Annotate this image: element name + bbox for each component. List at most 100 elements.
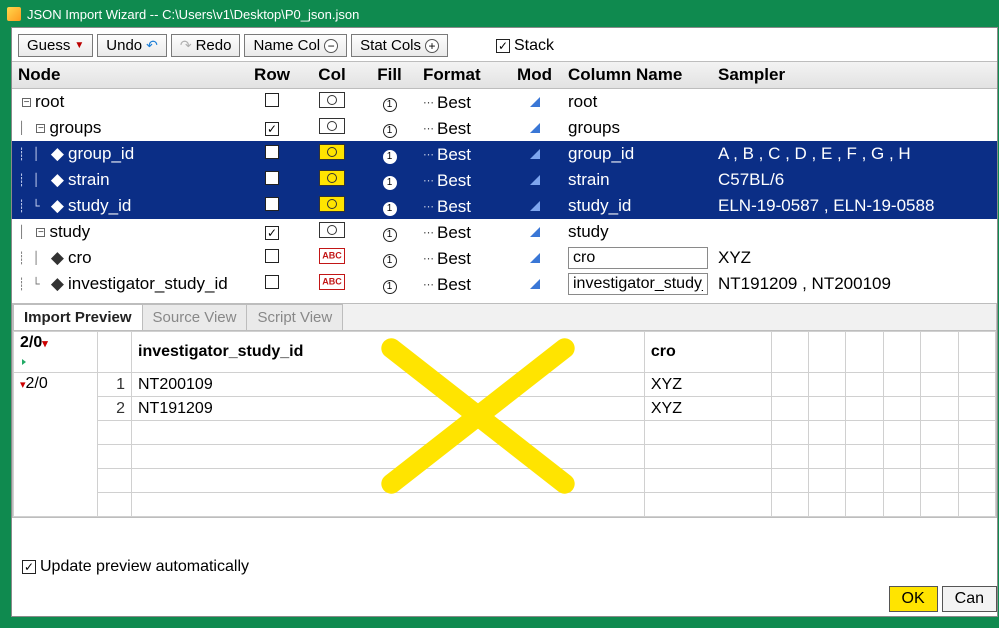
undo-button[interactable]: Undo ↶ (97, 34, 167, 57)
row-number[interactable]: 2 (98, 397, 132, 421)
column-name-input[interactable] (568, 247, 708, 269)
cell[interactable]: NT191209 (132, 397, 645, 421)
row-checkbox[interactable] (265, 249, 279, 263)
fill-icon[interactable]: 1 (383, 228, 397, 242)
format-dropdown[interactable]: ⋯ Best (423, 93, 471, 113)
mod-icon[interactable] (530, 123, 540, 133)
ellipsis-icon: ⋯ (423, 96, 434, 109)
tree-row[interactable]: ┊ └ ◆ study_id1⋯ Beststudy_idELN-19-0587… (12, 193, 997, 219)
format-dropdown[interactable]: ⋯ Best (423, 119, 471, 139)
row-checkbox[interactable] (265, 145, 279, 159)
tab-import-preview[interactable]: Import Preview (13, 304, 143, 330)
tree-grid[interactable]: Node Row Col Fill Format Mod Column Name… (12, 61, 997, 297)
col-type-icon[interactable] (319, 222, 345, 238)
tree-row[interactable]: ┊ │ ◆ cro1⋯ BestXYZ (12, 245, 997, 271)
format-dropdown[interactable]: ⋯ Best (423, 249, 471, 269)
tree-row[interactable]: − root1⋯ Bestroot (12, 89, 997, 115)
tree-row[interactable]: ┊ └ ◆ investigator_study_id1⋯ BestNT1912… (12, 271, 997, 297)
mod-icon[interactable] (530, 149, 540, 159)
ok-button[interactable]: OK (889, 586, 938, 612)
tree-guide: │ (18, 121, 32, 135)
col-blank (958, 332, 995, 373)
tree-row[interactable]: ┊ │ ◆ strain1⋯ BeststrainC57BL/6 (12, 167, 997, 193)
fill-icon[interactable]: 1 (383, 98, 397, 112)
header-col[interactable]: Col (302, 62, 362, 88)
header-column-name[interactable]: Column Name (562, 62, 712, 88)
mod-icon[interactable] (530, 279, 540, 289)
cell[interactable]: XYZ (644, 373, 771, 397)
dropdown-icon: ▾ (42, 338, 48, 350)
col-type-icon[interactable] (319, 118, 345, 134)
sampler-text: A , B , C , D , E , F , G , H (718, 144, 911, 163)
col-header-1[interactable]: cro (644, 332, 771, 373)
format-dropdown[interactable]: ⋯ Best (423, 275, 471, 295)
col-blank (921, 332, 958, 373)
fill-icon[interactable]: 1 (383, 124, 397, 138)
col-type-icon[interactable] (319, 92, 345, 108)
row-checkbox[interactable] (265, 171, 279, 185)
col-header-0[interactable]: investigator_study_id (132, 332, 645, 373)
header-format[interactable]: Format (417, 62, 507, 88)
format-dropdown[interactable]: ⋯ Best (423, 145, 471, 165)
fill-icon[interactable]: 1 (383, 176, 397, 190)
row-number[interactable]: 1 (98, 373, 132, 397)
tab-script-view[interactable]: Script View (246, 304, 343, 330)
cell[interactable]: XYZ (644, 397, 771, 421)
stack-label: Stack (514, 37, 554, 55)
fill-icon[interactable]: 1 (383, 254, 397, 268)
header-row[interactable]: Row (242, 62, 302, 88)
cell[interactable]: NT200109 (132, 373, 645, 397)
stat-cols-label: Stat Cols (360, 37, 421, 54)
update-preview-checkbox[interactable]: ✓ Update preview automatically (22, 558, 249, 576)
col-type-icon[interactable] (319, 144, 345, 160)
stat-cols-button[interactable]: Stat Cols + (351, 34, 448, 57)
tree-row[interactable]: │ − groups✓1⋯ Bestgroups (12, 115, 997, 141)
column-name-text: groups (568, 118, 620, 137)
row-checkbox[interactable] (265, 93, 279, 107)
fill-icon[interactable]: 1 (383, 202, 397, 216)
ellipsis-icon: ⋯ (423, 200, 434, 213)
col-type-icon[interactable] (319, 196, 345, 212)
leaf-icon: ◆ (51, 170, 64, 190)
header-mod[interactable]: Mod (507, 62, 562, 88)
mod-icon[interactable] (530, 253, 540, 263)
tree-row[interactable]: │ − study✓1⋯ Beststudy (12, 219, 997, 245)
expander-icon[interactable]: − (36, 124, 45, 133)
mod-icon[interactable] (530, 97, 540, 107)
col-type-abc-icon[interactable] (319, 274, 345, 290)
row-checkbox[interactable]: ✓ (265, 226, 279, 240)
col-type-abc-icon[interactable] (319, 248, 345, 264)
format-dropdown[interactable]: ⋯ Best (423, 223, 471, 243)
row-checkbox[interactable]: ✓ (265, 122, 279, 136)
mod-icon[interactable] (530, 227, 540, 237)
guess-button[interactable]: Guess ▼ (18, 34, 93, 57)
col-type-icon[interactable] (319, 170, 345, 186)
cancel-button[interactable]: Can (942, 586, 997, 612)
tab-source-view[interactable]: Source View (142, 304, 248, 330)
name-col-button[interactable]: Name Col − (244, 34, 347, 57)
col-blank (771, 332, 808, 373)
expander-icon[interactable]: − (22, 98, 31, 107)
format-dropdown[interactable]: ⋯ Best (423, 171, 471, 191)
expander-icon[interactable]: − (36, 228, 45, 237)
redo-button[interactable]: ↷ Redo (171, 34, 241, 57)
preview-table[interactable]: 2/0▾ investigator_study_id cro (13, 331, 996, 517)
node-label: strain (68, 170, 110, 190)
row-checkbox[interactable] (265, 275, 279, 289)
header-node[interactable]: Node (12, 62, 242, 88)
corner-top[interactable]: 2/0▾ (14, 332, 98, 373)
tree-row[interactable]: ┊ │ ◆ group_id1⋯ Bestgroup_idA , B , C ,… (12, 141, 997, 167)
fill-icon[interactable]: 1 (383, 280, 397, 294)
header-sampler[interactable]: Sampler (712, 62, 997, 88)
node-label: cro (68, 248, 92, 268)
row-number-header (98, 332, 132, 373)
header-fill[interactable]: Fill (362, 62, 417, 88)
fill-icon[interactable]: 1 (383, 150, 397, 164)
mod-icon[interactable] (530, 175, 540, 185)
row-checkbox[interactable] (265, 197, 279, 211)
corner-side[interactable]: ▾2/0 (14, 373, 98, 517)
column-name-input[interactable] (568, 273, 708, 295)
format-dropdown[interactable]: ⋯ Best (423, 197, 471, 217)
stack-checkbox[interactable]: ✓ Stack (496, 37, 554, 55)
mod-icon[interactable] (530, 201, 540, 211)
